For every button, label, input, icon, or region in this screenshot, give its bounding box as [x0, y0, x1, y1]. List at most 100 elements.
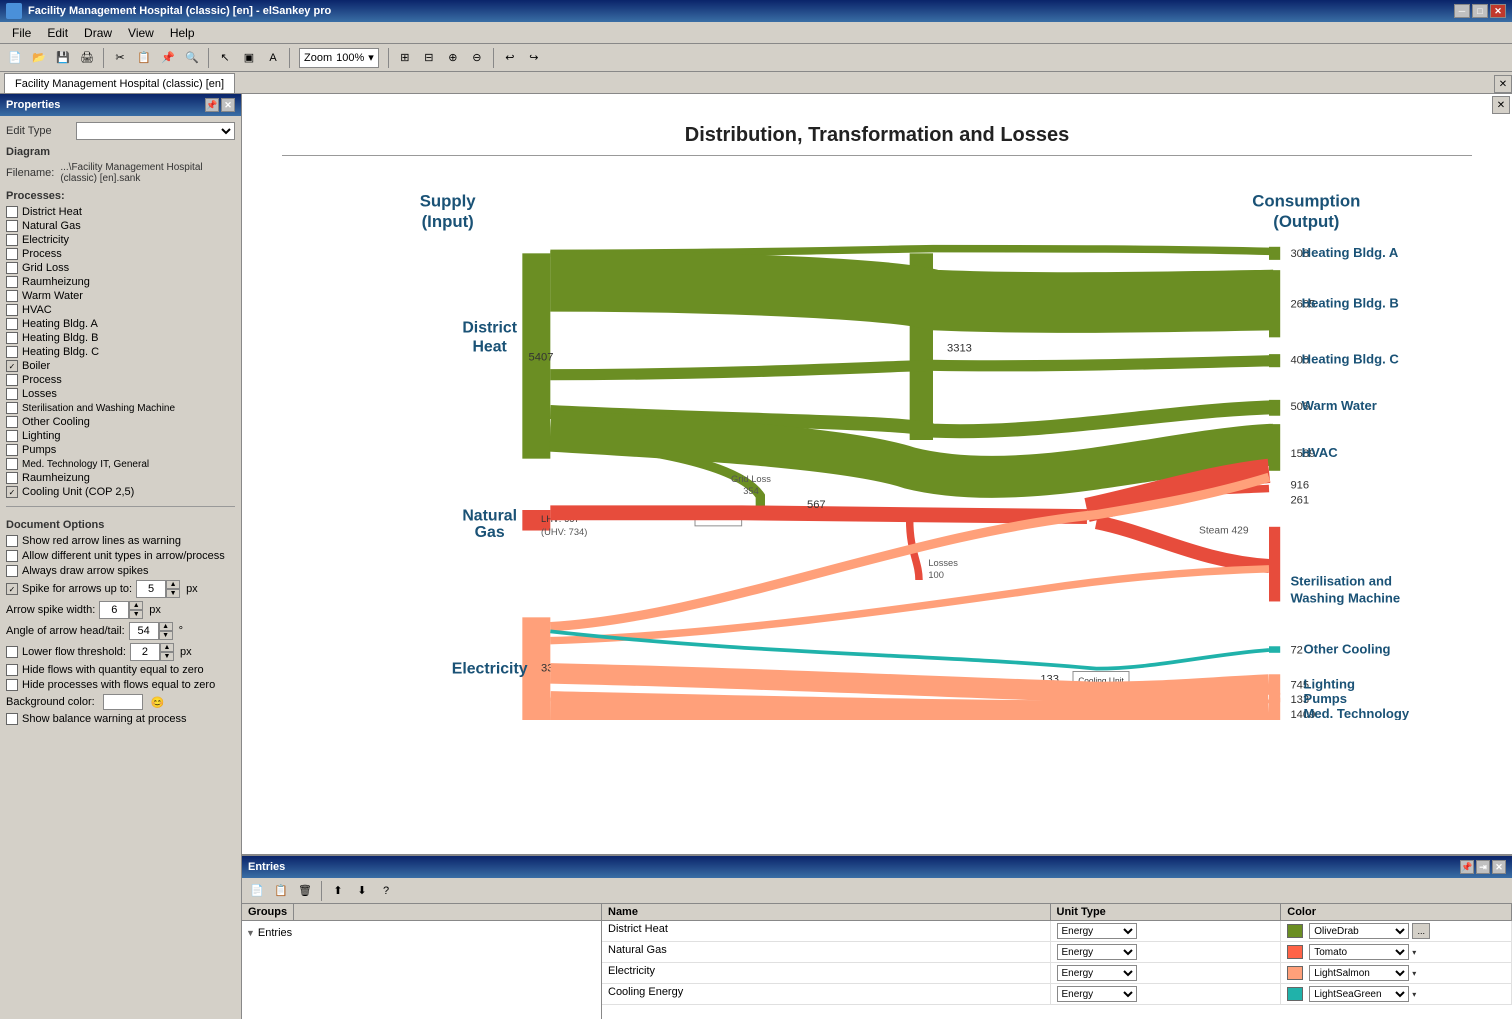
menu-view[interactable]: View: [120, 24, 162, 42]
zoom-width-button[interactable]: ⊟: [418, 47, 440, 69]
process-checkbox-8[interactable]: [6, 318, 18, 330]
zoom-in-button[interactable]: ⊕: [442, 47, 464, 69]
zoom-out-button[interactable]: ⊖: [466, 47, 488, 69]
entries-help-button[interactable]: ?: [375, 880, 397, 902]
row-0-color-button[interactable]: ...: [1412, 923, 1430, 939]
hide-flows-checkbox[interactable]: [6, 664, 18, 676]
text-button[interactable]: A: [262, 47, 284, 69]
process-item-11[interactable]: Boiler: [6, 360, 235, 372]
process-item-5[interactable]: Raumheizung: [6, 276, 235, 288]
process-item-0[interactable]: District Heat: [6, 206, 235, 218]
doc-opt-checkbox-1[interactable]: [6, 535, 18, 547]
menu-file[interactable]: File: [4, 24, 39, 42]
process-checkbox-12[interactable]: [6, 374, 18, 386]
spike-width-input[interactable]: [99, 601, 129, 619]
process-item-15[interactable]: Other Cooling: [6, 416, 235, 428]
process-item-16[interactable]: Lighting: [6, 430, 235, 442]
minimize-button[interactable]: ─: [1454, 4, 1470, 18]
edit-type-select[interactable]: [76, 122, 235, 140]
entries-pin-button[interactable]: 📌: [1460, 860, 1474, 874]
process-item-9[interactable]: Heating Bldg. B: [6, 332, 235, 344]
row-2-unit-select[interactable]: Energy: [1057, 965, 1137, 981]
process-checkbox-6[interactable]: [6, 290, 18, 302]
zoom-dropdown-icon[interactable]: ▾: [368, 51, 374, 64]
doc-opt-checkbox-7[interactable]: [6, 646, 18, 658]
process-checkbox-3[interactable]: [6, 248, 18, 260]
process-checkbox-0[interactable]: [6, 206, 18, 218]
spike-width-up[interactable]: ▲: [129, 601, 143, 610]
angle-input[interactable]: [129, 622, 159, 640]
process-item-8[interactable]: Heating Bldg. A: [6, 318, 235, 330]
canvas-close-button[interactable]: ✕: [1492, 96, 1510, 114]
process-item-19[interactable]: Raumheizung: [6, 472, 235, 484]
open-button[interactable]: 📂: [28, 47, 50, 69]
process-checkbox-11[interactable]: [6, 360, 18, 372]
threshold-input[interactable]: [130, 643, 160, 661]
process-checkbox-7[interactable]: [6, 304, 18, 316]
row-2-color-select[interactable]: LightSalmon: [1309, 965, 1409, 981]
process-checkbox-15[interactable]: [6, 416, 18, 428]
zoom-fit-button[interactable]: ⊞: [394, 47, 416, 69]
entries-export-button[interactable]: ⬇: [351, 880, 373, 902]
process-item-18[interactable]: Med. Technology IT, General: [6, 458, 235, 470]
row-3-color-select[interactable]: LightSeaGreen: [1309, 986, 1409, 1002]
process-item-14[interactable]: Sterilisation and Washing Machine: [6, 402, 235, 414]
process-item-13[interactable]: Losses: [6, 388, 235, 400]
doc-opt-checkbox-2[interactable]: [6, 550, 18, 562]
row-1-color-select[interactable]: Tomato: [1309, 944, 1409, 960]
tab-close-button[interactable]: ✕: [1494, 75, 1512, 93]
print-button[interactable]: 🖨: [76, 47, 98, 69]
process-item-12[interactable]: Process: [6, 374, 235, 386]
process-checkbox-17[interactable]: [6, 444, 18, 456]
process-item-1[interactable]: Natural Gas: [6, 220, 235, 232]
spike-value-input[interactable]: [136, 580, 166, 598]
entries-copy-button[interactable]: 📋: [270, 880, 292, 902]
entries-delete-button[interactable]: 🗑: [294, 880, 316, 902]
main-tab[interactable]: Facility Management Hospital (classic) […: [4, 73, 235, 93]
angle-up[interactable]: ▲: [159, 622, 173, 631]
show-balance-checkbox[interactable]: [6, 713, 18, 725]
entries-float-button[interactable]: ⇥: [1476, 860, 1490, 874]
row-1-unit-select[interactable]: Energy: [1057, 944, 1137, 960]
bg-color-swatch[interactable]: [103, 694, 143, 710]
search-button[interactable]: 🔍: [181, 47, 203, 69]
save-button[interactable]: 💾: [52, 47, 74, 69]
spike-down-button[interactable]: ▼: [166, 589, 180, 598]
process-checkbox-2[interactable]: [6, 234, 18, 246]
cut-button[interactable]: ✂: [109, 47, 131, 69]
process-checkbox-19[interactable]: [6, 472, 18, 484]
close-button[interactable]: ✕: [1490, 4, 1506, 18]
row-0-unit-select[interactable]: Energy: [1057, 923, 1137, 939]
process-checkbox-5[interactable]: [6, 276, 18, 288]
select-button[interactable]: ▣: [238, 47, 260, 69]
menu-edit[interactable]: Edit: [39, 24, 76, 42]
process-item-2[interactable]: Electricity: [6, 234, 235, 246]
process-item-6[interactable]: Warm Water: [6, 290, 235, 302]
redo-button[interactable]: ↪: [523, 47, 545, 69]
entries-import-button[interactable]: ⬆: [327, 880, 349, 902]
process-checkbox-18[interactable]: [6, 458, 18, 470]
process-checkbox-4[interactable]: [6, 262, 18, 274]
doc-opt-checkbox-4[interactable]: [6, 583, 18, 595]
hide-processes-checkbox[interactable]: [6, 679, 18, 691]
threshold-up[interactable]: ▲: [160, 643, 174, 652]
process-checkbox-1[interactable]: [6, 220, 18, 232]
panel-close-button[interactable]: ✕: [221, 98, 235, 112]
angle-down[interactable]: ▼: [159, 631, 173, 640]
tree-item-entries[interactable]: ▼ Entries: [246, 925, 597, 941]
process-checkbox-9[interactable]: [6, 332, 18, 344]
process-checkbox-16[interactable]: [6, 430, 18, 442]
process-checkbox-14[interactable]: [6, 402, 18, 414]
menu-help[interactable]: Help: [162, 24, 203, 42]
process-item-17[interactable]: Pumps: [6, 444, 235, 456]
entries-new-button[interactable]: 📄: [246, 880, 268, 902]
doc-opt-checkbox-3[interactable]: [6, 565, 18, 577]
process-checkbox-13[interactable]: [6, 388, 18, 400]
spike-up-button[interactable]: ▲: [166, 580, 180, 589]
process-item-20[interactable]: Cooling Unit (COP 2,5): [6, 486, 235, 498]
entries-close-button[interactable]: ✕: [1492, 860, 1506, 874]
process-item-4[interactable]: Grid Loss: [6, 262, 235, 274]
process-item-7[interactable]: HVAC: [6, 304, 235, 316]
row-0-color-select[interactable]: OliveDrab: [1309, 923, 1409, 939]
process-checkbox-20[interactable]: [6, 486, 18, 498]
